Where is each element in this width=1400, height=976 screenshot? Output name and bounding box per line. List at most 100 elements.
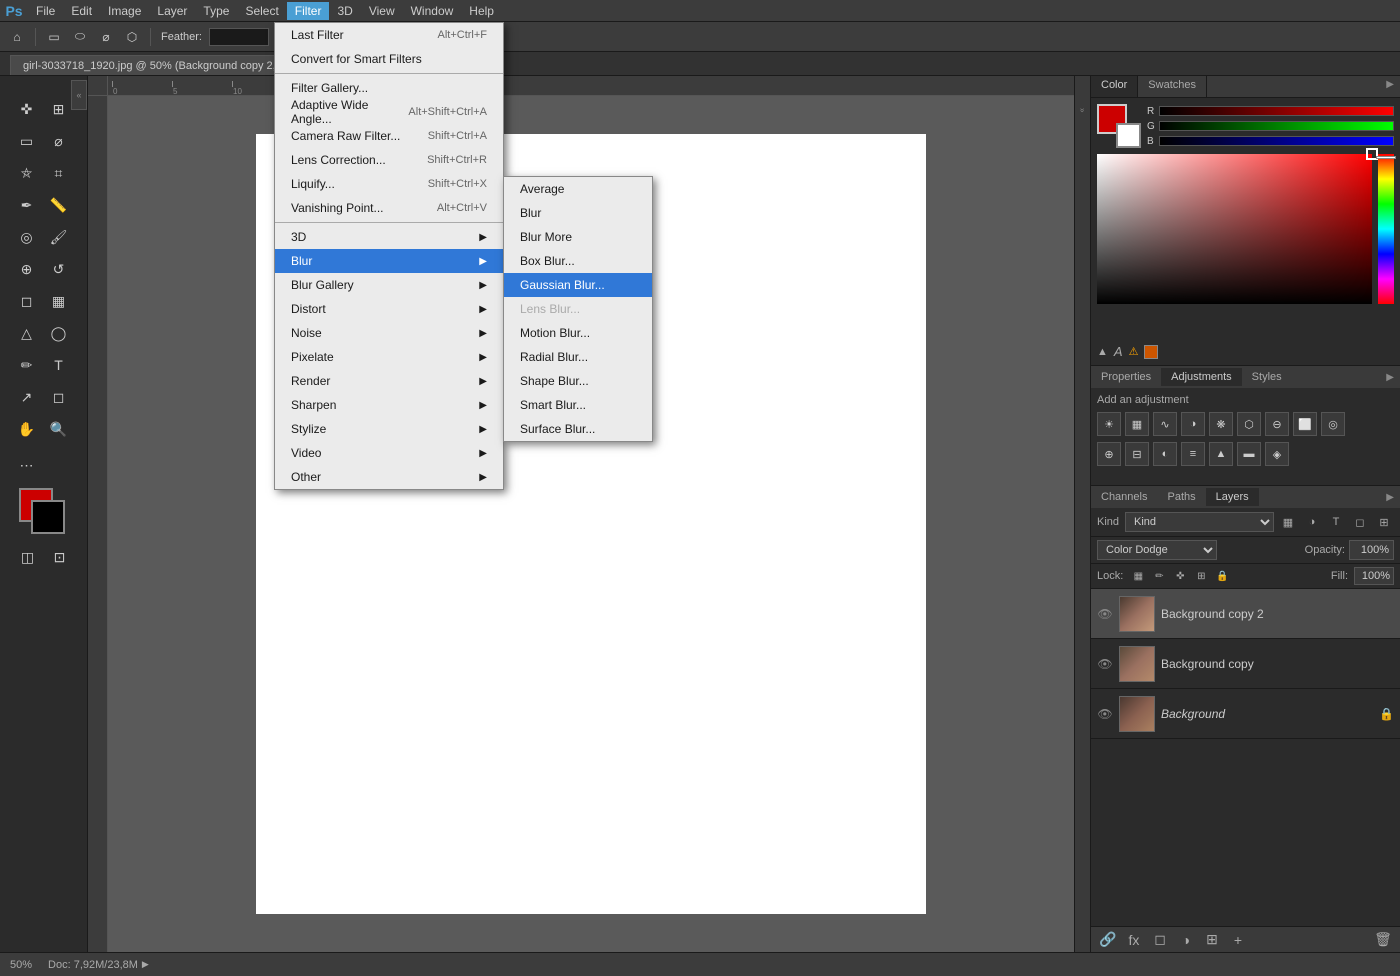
tab-styles[interactable]: Styles xyxy=(1242,368,1292,386)
tools-collapse-btn[interactable]: « xyxy=(71,80,87,110)
zoom-tool[interactable]: 🔍 xyxy=(44,414,74,444)
layers-group-btn[interactable]: ⊞ xyxy=(1201,929,1223,951)
fm-lens-correction[interactable]: Lens Correction... Shift+Ctrl+R xyxy=(275,148,503,172)
layers-filter-adj-btn[interactable]: ◑ xyxy=(1302,512,1322,532)
menu-view[interactable]: View xyxy=(361,2,403,20)
marquee-tool[interactable]: ▭ xyxy=(12,126,42,156)
menu-select[interactable]: Select xyxy=(237,2,286,20)
fm-3d[interactable]: 3D ▶ xyxy=(275,225,503,249)
adj-posterize-icon[interactable]: ≡ xyxy=(1181,442,1205,466)
tab-adjustments[interactable]: Adjustments xyxy=(1161,368,1242,386)
bm-shape-blur[interactable]: Shape Blur... xyxy=(504,369,652,393)
fm-render[interactable]: Render ▶ xyxy=(275,369,503,393)
shape-rect-btn[interactable]: ▭ xyxy=(43,26,65,48)
layers-filter-pixel-btn[interactable]: ▦ xyxy=(1278,512,1298,532)
type-tool[interactable]: T xyxy=(44,350,74,380)
bm-blur[interactable]: Blur xyxy=(504,201,652,225)
fm-convert-smart[interactable]: Convert for Smart Filters xyxy=(275,47,503,71)
lasso-tool[interactable]: ⌀ xyxy=(44,126,74,156)
feather-input[interactable] xyxy=(209,28,269,46)
fill-input[interactable] xyxy=(1354,567,1394,585)
panel-options-btn[interactable]: ▶ xyxy=(1380,76,1400,97)
adj-gradientmap-icon[interactable]: ▬ xyxy=(1237,442,1261,466)
layers-delete-btn[interactable]: 🗑 xyxy=(1372,929,1394,951)
bm-gaussian-blur[interactable]: Gaussian Blur... xyxy=(504,273,652,297)
adj-colorlookup-icon[interactable]: ⊟ xyxy=(1125,442,1149,466)
fm-adaptive-wide[interactable]: Adaptive Wide Angle... Alt+Shift+Ctrl+A xyxy=(275,100,503,124)
gradient-tool[interactable]: ▦ xyxy=(44,286,74,316)
color-warning-swatch[interactable] xyxy=(1144,345,1158,359)
layers-filter-shape-btn[interactable]: ◻ xyxy=(1350,512,1370,532)
opacity-input[interactable] xyxy=(1349,540,1394,560)
adj-exposure-icon[interactable]: ◑ xyxy=(1181,412,1205,436)
bm-average[interactable]: Average xyxy=(504,177,652,201)
eraser-tool[interactable]: ◻ xyxy=(12,286,42,316)
adj-threshold-icon[interactable]: ▲ xyxy=(1209,442,1233,466)
bm-smart-blur[interactable]: Smart Blur... xyxy=(504,393,652,417)
menu-type[interactable]: Type xyxy=(195,2,237,20)
artboard-tool[interactable]: ⊞ xyxy=(44,94,74,124)
shape-tool[interactable]: ◻ xyxy=(44,382,74,412)
shape-poly-btn[interactable]: ⬡ xyxy=(121,26,143,48)
menu-filter[interactable]: Filter xyxy=(287,2,330,20)
layer-item-background[interactable]: 👁 Background 🔒 xyxy=(1091,689,1400,739)
layers-filter-smart-btn[interactable]: ⊞ xyxy=(1374,512,1394,532)
color-gradient-picker[interactable] xyxy=(1097,154,1372,304)
menu-image[interactable]: Image xyxy=(100,2,149,20)
fm-other[interactable]: Other ▶ xyxy=(275,465,503,489)
right-panel-toggle[interactable]: » xyxy=(1076,80,1090,140)
bm-box-blur[interactable]: Box Blur... xyxy=(504,249,652,273)
layer-item-bg-copy[interactable]: 👁 Background copy xyxy=(1091,639,1400,689)
menu-help[interactable]: Help xyxy=(461,2,502,20)
tab-properties[interactable]: Properties xyxy=(1091,368,1161,386)
fm-last-filter[interactable]: Last Filter Alt+Ctrl+F xyxy=(275,23,503,47)
fm-video[interactable]: Video ▶ xyxy=(275,441,503,465)
ruler-tool[interactable]: 📏 xyxy=(44,190,74,220)
hand-tool[interactable]: ✋ xyxy=(12,414,42,444)
adj-selectivecolor-icon[interactable]: ◈ xyxy=(1265,442,1289,466)
fm-stylize[interactable]: Stylize ▶ xyxy=(275,417,503,441)
adj-channelmix-icon[interactable]: ⊕ xyxy=(1097,442,1121,466)
adj-vibrance-icon[interactable]: ❋ xyxy=(1209,412,1233,436)
adj-hsl-icon[interactable]: ⬡ xyxy=(1237,412,1261,436)
adj-curves-icon[interactable]: ∿ xyxy=(1153,412,1177,436)
lock-all-btn[interactable]: 🔒 xyxy=(1213,567,1231,585)
layers-link-btn[interactable]: 🔗 xyxy=(1097,929,1119,951)
fm-liquify[interactable]: Liquify... Shift+Ctrl+X xyxy=(275,172,503,196)
menu-window[interactable]: Window xyxy=(403,2,462,20)
menu-3d[interactable]: 3D xyxy=(329,2,360,20)
fm-distort[interactable]: Distort ▶ xyxy=(275,297,503,321)
adj-invert-icon[interactable]: ◐ xyxy=(1153,442,1177,466)
color-b-slider[interactable] xyxy=(1159,136,1394,146)
adj-levels-icon[interactable]: ▦ xyxy=(1125,412,1149,436)
spot-heal-tool[interactable]: ◎ xyxy=(12,222,42,252)
layers-filter-type-btn[interactable]: T xyxy=(1326,512,1346,532)
clone-stamp-tool[interactable]: ⊕ xyxy=(12,254,42,284)
screen-mode-btn[interactable]: ⊡ xyxy=(45,542,75,572)
fm-filter-gallery[interactable]: Filter Gallery... xyxy=(275,76,503,100)
shape-ellipse-btn[interactable]: ⬭ xyxy=(69,26,91,48)
history-brush-tool[interactable]: ↺ xyxy=(44,254,74,284)
layers-mask-btn[interactable]: ◻ xyxy=(1149,929,1171,951)
adj-options-btn[interactable]: ▶ xyxy=(1380,369,1400,386)
lock-position-btn[interactable]: ✜ xyxy=(1171,567,1189,585)
bm-surface-blur[interactable]: Surface Blur... xyxy=(504,417,652,441)
tab-layers[interactable]: Layers xyxy=(1206,488,1259,506)
fm-camera-raw[interactable]: Camera Raw Filter... Shift+Ctrl+A xyxy=(275,124,503,148)
extra-tool-1[interactable]: ⋯ xyxy=(12,450,42,480)
background-color[interactable] xyxy=(31,500,65,534)
tab-color[interactable]: Color xyxy=(1091,76,1138,97)
pen-tool[interactable]: ✏ xyxy=(12,350,42,380)
menu-edit[interactable]: Edit xyxy=(63,2,100,20)
lock-artboard-btn[interactable]: ⊞ xyxy=(1192,567,1210,585)
quick-select-tool[interactable]: ⛤ xyxy=(12,158,42,188)
bm-motion-blur[interactable]: Motion Blur... xyxy=(504,321,652,345)
layer-visibility-bg-copy[interactable]: 👁 xyxy=(1097,656,1113,672)
adj-bw-icon[interactable]: ⬜ xyxy=(1293,412,1317,436)
tab-paths[interactable]: Paths xyxy=(1157,488,1205,506)
menu-file[interactable]: File xyxy=(28,2,63,20)
color-g-slider[interactable] xyxy=(1159,121,1394,131)
layers-kind-select[interactable]: Kind xyxy=(1125,512,1274,532)
fm-blur[interactable]: Blur ▶ xyxy=(275,249,503,273)
color-r-slider[interactable] xyxy=(1159,106,1394,116)
